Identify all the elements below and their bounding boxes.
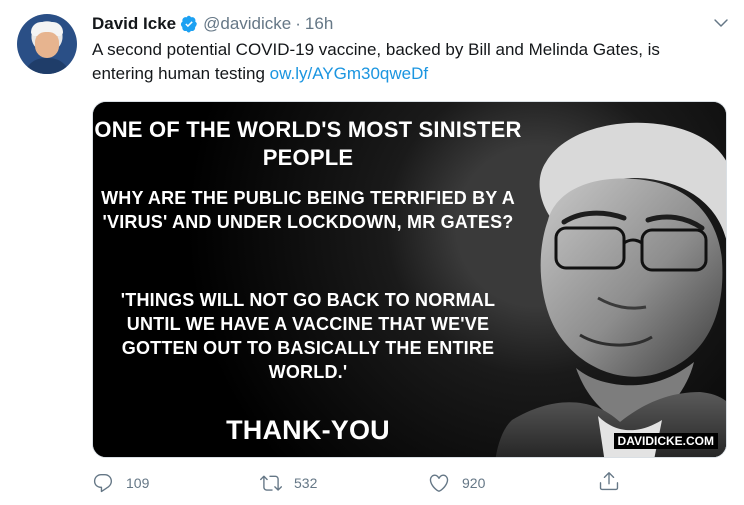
meme-line-4: THANK-YOU <box>226 415 390 445</box>
timestamp[interactable]: 16h <box>305 14 333 34</box>
author-name[interactable]: David Icke <box>92 14 176 34</box>
avatar-shirt <box>23 58 71 74</box>
verified-badge-icon <box>181 15 197 33</box>
avatar-face <box>35 32 59 58</box>
tweet-text: A second potential COVID-19 vaccine, bac… <box>92 38 722 86</box>
separator-dot: · <box>295 14 301 33</box>
tweet-media-image[interactable]: ONE OF THE WORLD'S MOST SINISTER PEOPLE … <box>92 101 727 458</box>
share-button[interactable] <box>598 470 620 497</box>
retweet-count: 532 <box>294 475 318 491</box>
retweet-button[interactable]: 532 <box>260 472 428 494</box>
tweet-link[interactable]: ow.ly/AYGm30qweDf <box>270 64 428 83</box>
heart-icon <box>429 474 449 492</box>
reply-button[interactable]: 109 <box>92 472 260 494</box>
tweet-header: David Icke @davidicke · 16h <box>92 11 333 37</box>
meme-text: ONE OF THE WORLD'S MOST SINISTER PEOPLE … <box>93 102 523 457</box>
chevron-down-icon[interactable] <box>712 14 730 32</box>
avatar[interactable] <box>17 14 77 74</box>
share-icon <box>599 472 619 491</box>
watermark-label: DAVIDICKE.COM <box>613 433 718 449</box>
reply-icon <box>93 474 113 493</box>
author-handle[interactable]: @davidicke <box>203 14 291 34</box>
tweet-actions: 109 532 920 <box>92 470 632 496</box>
like-button[interactable]: 920 <box>428 472 596 494</box>
reply-count: 109 <box>126 475 150 491</box>
like-count: 920 <box>462 475 486 491</box>
meme-line-1: ONE OF THE WORLD'S MOST SINISTER PEOPLE <box>94 117 522 170</box>
meme-line-3: 'THINGS WILL NOT GO BACK TO NORMAL UNTIL… <box>120 290 496 382</box>
retweet-icon <box>260 475 282 491</box>
meme-line-2: WHY ARE THE PUBLIC BEING TERRIFIED BY A … <box>101 188 515 232</box>
